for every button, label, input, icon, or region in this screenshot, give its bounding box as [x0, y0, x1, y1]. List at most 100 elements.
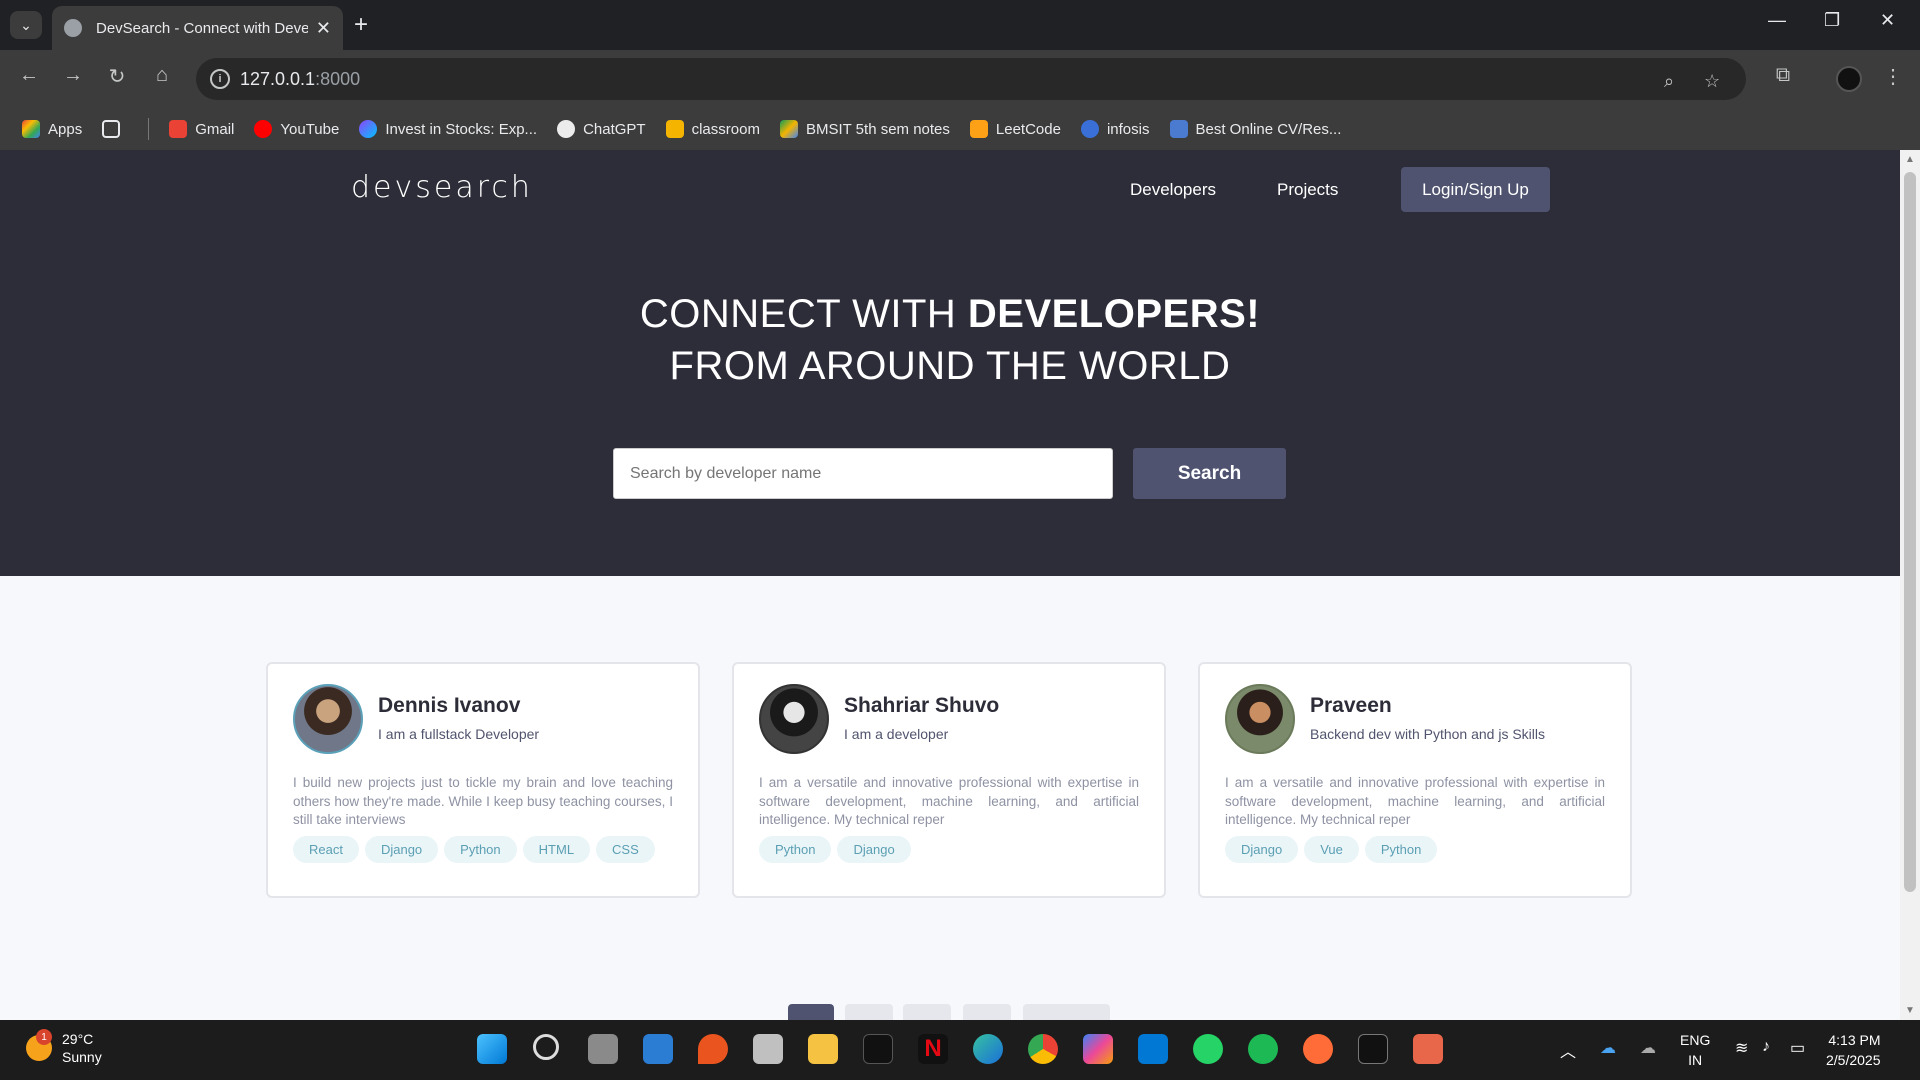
- nav-projects-link[interactable]: Projects: [1277, 180, 1338, 200]
- developer-bio: I am a versatile and innovative professi…: [1225, 775, 1605, 827]
- developer-name: Praveen: [1310, 694, 1392, 717]
- postman-icon[interactable]: [1303, 1034, 1333, 1064]
- page-scrollbar[interactable]: ▲ ▼: [1900, 150, 1920, 1020]
- cloud-offline-icon[interactable]: ☁: [1640, 1038, 1656, 1058]
- developer-card[interactable]: Dennis Ivanov I am a fullstack Developer…: [266, 662, 700, 898]
- address-bar[interactable]: i 127.0.0.1:8000 ⌕ ☆: [196, 58, 1746, 100]
- home-icon[interactable]: ⌂: [147, 64, 177, 87]
- extensions-icon[interactable]: ⧉: [1768, 64, 1798, 87]
- new-tab-button[interactable]: +: [354, 11, 368, 39]
- bookmark-classroom[interactable]: classroom: [665, 120, 760, 138]
- netflix-icon[interactable]: N: [918, 1034, 948, 1064]
- bookmark-separator: [148, 118, 150, 140]
- bookmark-chatgpt[interactable]: ChatGPT: [557, 120, 646, 138]
- chrome-icon[interactable]: [1028, 1034, 1058, 1064]
- weather-desc: Sunny: [62, 1049, 102, 1065]
- chevron-up-icon[interactable]: ︿: [1560, 1038, 1576, 1062]
- pagination-page[interactable]: [963, 1004, 1011, 1020]
- developer-card[interactable]: Praveen Backend dev with Python and js S…: [1198, 662, 1632, 898]
- hero-headline: CONNECT WITH DEVELOPERS! FROM AROUND THE…: [0, 288, 1900, 392]
- battery-icon[interactable]: ▭: [1790, 1038, 1805, 1058]
- pagination-page[interactable]: [903, 1004, 951, 1020]
- developer-bio: I am a versatile and innovative professi…: [759, 775, 1139, 827]
- reload-icon[interactable]: ↻: [102, 64, 132, 89]
- headline-line-2: FROM AROUND THE WORLD: [669, 344, 1231, 388]
- onedrive-icon[interactable]: ☁: [1600, 1038, 1616, 1058]
- avatar: [759, 684, 829, 754]
- bookmark-gmail[interactable]: Gmail: [169, 120, 234, 138]
- developer-bio: I build new projects just to tickle my b…: [293, 775, 673, 827]
- windows-start-icon[interactable]: [477, 1034, 507, 1064]
- profile-avatar[interactable]: [1836, 66, 1862, 92]
- bookmark-infosis[interactable]: infosis: [1080, 120, 1150, 138]
- developer-card[interactable]: Shahriar Shuvo I am a developer I am a v…: [732, 662, 1166, 898]
- tab-search-button[interactable]: ⌄: [10, 11, 42, 39]
- store-icon[interactable]: [643, 1034, 673, 1064]
- skill-tag: Django: [837, 836, 911, 863]
- classroom-icon: [665, 120, 684, 138]
- skill-tag: Python: [759, 836, 832, 863]
- task-view-icon[interactable]: [588, 1034, 618, 1064]
- pagination-page[interactable]: [788, 1004, 834, 1020]
- whatsapp-icon[interactable]: [1193, 1034, 1223, 1064]
- avatar: [293, 684, 363, 754]
- scroll-down-icon[interactable]: ▼: [1905, 1005, 1915, 1016]
- epic-games-icon[interactable]: [1358, 1034, 1388, 1064]
- apps-grid-icon: [22, 120, 40, 138]
- scrollbar-thumb[interactable]: [1904, 172, 1916, 892]
- bookmark-bmsit[interactable]: BMSIT 5th sem notes: [779, 120, 950, 138]
- search-button[interactable]: Search: [1133, 448, 1286, 499]
- edge-icon[interactable]: [973, 1034, 1003, 1064]
- browser-tab-strip: ⌄ DevSearch - Connect with Deve ✕ + — ❐ …: [0, 0, 1920, 50]
- mail-icon[interactable]: [753, 1034, 783, 1064]
- pagination-page[interactable]: [845, 1004, 893, 1020]
- headline-part-bold: DEVELOPERS!: [967, 292, 1261, 336]
- back-icon[interactable]: ←: [14, 64, 44, 87]
- clock-time: 4:13 PM: [1828, 1032, 1881, 1048]
- cv-icon: [1169, 120, 1188, 138]
- developer-search-input[interactable]: [613, 448, 1113, 499]
- minimize-icon[interactable]: —: [1768, 10, 1786, 31]
- bookmark-youtube[interactable]: YouTube: [254, 120, 339, 138]
- search-icon[interactable]: [533, 1034, 559, 1060]
- site-logo[interactable]: devsearch: [351, 170, 533, 205]
- bookmark-cv[interactable]: Best Online CV/Res...: [1169, 120, 1341, 138]
- nav-developers-link[interactable]: Developers: [1130, 180, 1216, 200]
- bookmark-invest[interactable]: Invest in Stocks: Exp...: [359, 120, 537, 138]
- zoom-icon[interactable]: ⌕: [1664, 71, 1674, 92]
- scroll-up-icon[interactable]: ▲: [1905, 154, 1915, 165]
- spotify-icon[interactable]: [1248, 1034, 1278, 1064]
- menu-icon[interactable]: ⋮: [1878, 64, 1908, 89]
- bookmark-leetcode[interactable]: LeetCode: [969, 120, 1061, 138]
- developer-headline: Backend dev with Python and js Skills: [1310, 726, 1546, 742]
- maps-icon[interactable]: [698, 1034, 728, 1064]
- restore-icon[interactable]: ❐: [1824, 10, 1840, 31]
- claude-icon[interactable]: [1413, 1034, 1443, 1064]
- close-window-icon[interactable]: ✕: [1880, 10, 1895, 31]
- forward-icon[interactable]: →: [58, 64, 88, 87]
- site-info-icon[interactable]: i: [210, 69, 230, 89]
- clock-date: 2/5/2025: [1826, 1052, 1881, 1068]
- copilot-icon[interactable]: [1083, 1034, 1113, 1064]
- drive-icon: [779, 120, 798, 138]
- file-explorer-icon[interactable]: [808, 1034, 838, 1064]
- tradingview-icon[interactable]: [863, 1034, 893, 1064]
- browser-tab[interactable]: DevSearch - Connect with Deve ✕: [52, 6, 343, 50]
- hero-section: devsearch Developers Projects Login/Sign…: [0, 150, 1900, 576]
- globe-icon: [64, 19, 82, 37]
- wifi-icon[interactable]: ≋: [1735, 1038, 1748, 1058]
- close-tab-icon[interactable]: ✕: [316, 18, 331, 39]
- skill-tag: React: [293, 836, 359, 863]
- vscode-icon[interactable]: [1138, 1034, 1168, 1064]
- bookmark-apps[interactable]: Apps: [22, 120, 82, 138]
- bookmark-grid[interactable]: [102, 120, 128, 138]
- bookmark-star-icon[interactable]: ☆: [1704, 71, 1720, 92]
- pagination-next[interactable]: [1023, 1004, 1110, 1020]
- volume-icon[interactable]: ♪: [1762, 1038, 1770, 1056]
- weather-widget[interactable]: 1 29°C Sunny: [26, 1029, 102, 1066]
- login-signup-button[interactable]: Login/Sign Up: [1401, 167, 1550, 212]
- system-clock[interactable]: 4:13 PM 2/5/2025: [1826, 1030, 1881, 1070]
- skill-tag: Python: [1364, 836, 1438, 863]
- bookmarks-bar: Apps Gmail YouTube Invest in Stocks: Exp…: [0, 108, 1920, 150]
- language-indicator[interactable]: ENG IN: [1680, 1030, 1710, 1070]
